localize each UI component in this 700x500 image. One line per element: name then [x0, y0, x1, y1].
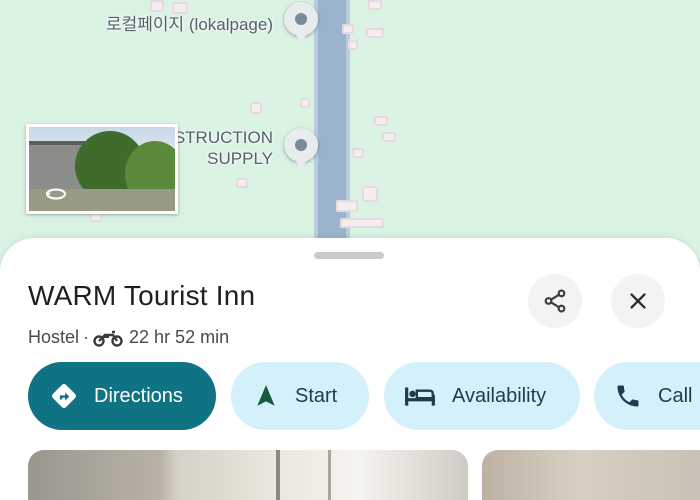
travel-time: 22 hr 52 min — [129, 327, 230, 347]
map-building — [368, 0, 382, 10]
place-photo[interactable] — [28, 450, 468, 500]
map-building — [300, 98, 310, 108]
action-chips: Directions Start Availability Call — [28, 362, 700, 430]
map-building — [172, 2, 188, 14]
map-building — [236, 178, 248, 188]
map-place-label[interactable]: STRUCTION SUPPLY — [174, 127, 273, 169]
place-title: WARM Tourist Inn — [28, 280, 256, 311]
map-building — [352, 148, 364, 158]
motorcycle-icon — [93, 330, 123, 347]
close-button[interactable] — [611, 274, 665, 328]
start-button[interactable]: Start — [231, 362, 369, 430]
directions-icon — [52, 384, 76, 408]
close-icon — [630, 293, 646, 309]
street-view-rotate-icon — [46, 188, 66, 200]
map-place-label[interactable]: 로컬페이지 (lokalpage) — [106, 14, 273, 35]
street-view-thumbnail[interactable] — [26, 124, 178, 214]
bed-icon — [405, 387, 435, 406]
map-building — [340, 218, 384, 228]
place-photos — [28, 450, 700, 500]
availability-button[interactable]: Availability — [384, 362, 580, 430]
place-subtitle: Hostel · 22 hr 52 min — [28, 327, 229, 348]
map-building — [382, 132, 396, 142]
map-building — [348, 40, 358, 50]
place-pin-icon[interactable] — [284, 2, 318, 44]
place-pin-icon[interactable] — [284, 128, 318, 170]
map-place-label-line: STRUCTION — [173, 128, 273, 147]
drag-handle[interactable] — [314, 252, 384, 259]
navigation-arrow-icon — [257, 385, 275, 406]
call-button[interactable]: Call — [594, 362, 700, 430]
phone-icon — [617, 385, 639, 407]
availability-label: Availability — [452, 384, 547, 407]
place-bottom-sheet[interactable]: WARM Tourist Inn Hostel · 22 hr 52 min D… — [0, 238, 700, 500]
map-building — [366, 28, 384, 38]
photo-door-frame — [328, 450, 331, 500]
share-icon — [544, 289, 566, 313]
directions-label: Directions — [94, 384, 183, 407]
map-place-label-text: 로컬페이지 (lokalpage) — [105, 15, 273, 34]
directions-button[interactable]: Directions — [28, 362, 216, 430]
call-label: Call — [658, 384, 693, 407]
map-place-label-line: SUPPLY — [207, 149, 273, 168]
map-building — [336, 200, 358, 212]
map-building — [374, 116, 388, 126]
separator-dot: · — [83, 327, 90, 347]
share-button[interactable] — [528, 274, 582, 328]
map-building — [150, 0, 164, 12]
place-category: Hostel — [28, 327, 80, 347]
start-label: Start — [295, 384, 338, 407]
photo-door-frame — [276, 450, 280, 500]
map-building — [250, 102, 262, 114]
map-building — [342, 24, 354, 34]
place-photo[interactable] — [482, 450, 700, 500]
map-building — [362, 186, 378, 202]
